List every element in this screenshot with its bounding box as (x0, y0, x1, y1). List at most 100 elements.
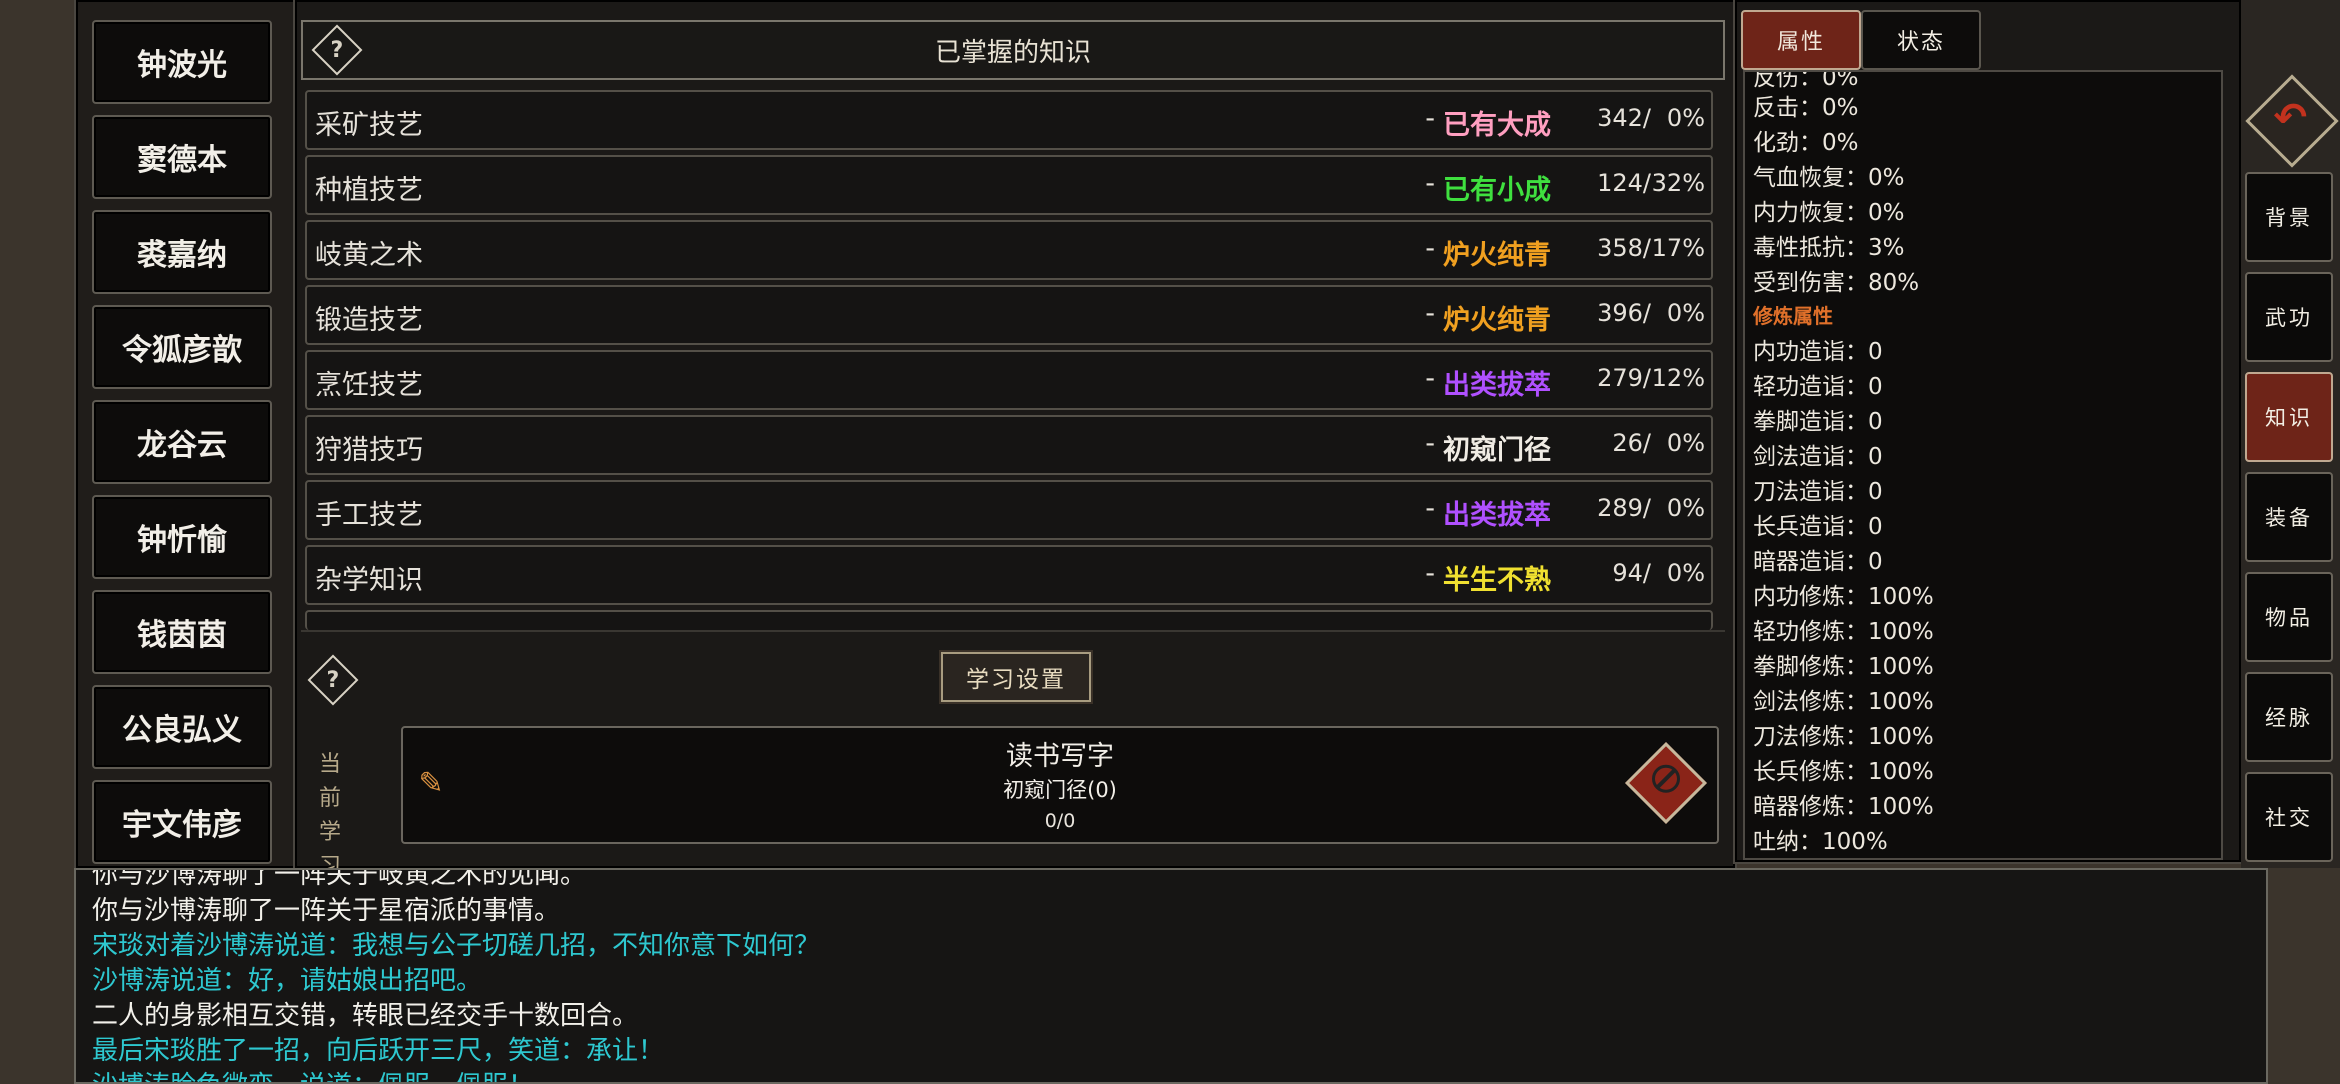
tab-status[interactable]: 状态 (1861, 10, 1981, 70)
nav-item-items[interactable]: 物品 (2245, 572, 2333, 662)
knowledge-dash: - (1425, 558, 1435, 589)
attribute-line: 轻功造诣：0 (1753, 374, 1883, 400)
knowledge-dash: - (1425, 103, 1435, 134)
knowledge-points: 289/ (1597, 494, 1651, 522)
knowledge-title: 已掌握的知识 (934, 37, 1091, 68)
knowledge-row[interactable]: 手工技艺 - 出类拔萃 289/ 0% (305, 480, 1713, 540)
knowledge-points: 279/ (1597, 364, 1651, 392)
attribute-section-title: 修炼属性 (1753, 304, 1833, 328)
knowledge-row[interactable]: 种植技艺 - 已有小成 124/ 32% (305, 155, 1713, 215)
knowledge-level: 炉火纯青 (1443, 240, 1551, 271)
knowledge-name: 手工技艺 (315, 500, 423, 531)
attribute-list[interactable]: 反伤：0% 反击：0% 化劲：0% 气血恢复：0% 内力恢复：0% 毒性抵抗：3… (1743, 70, 2223, 860)
attribute-line: 吐纳：100% (1753, 829, 1888, 855)
nav-item-equipment[interactable]: 装备 (2245, 472, 2333, 562)
knowledge-points: 124/ (1597, 169, 1651, 197)
log-line: 最后宋琰胜了一招，向后跃开三尺，笑道：承让！ (92, 1036, 665, 1066)
knowledge-percent: 0% (1666, 559, 1705, 587)
side-nav: ↶ 背景 武功 知识 装备 物品 经脉 社交 (2241, 0, 2340, 868)
log-line: 沙博涛脸色微变，说道：佩服，佩服！ (92, 1065, 534, 1082)
knowledge-name: 种植技艺 (315, 175, 423, 206)
character-list: 钟波光 窦德本 裘嘉纳 令狐彦歆 龙谷云 钟忻愉 钱茵茵 公良弘义 宇文伟彦 (74, 0, 297, 870)
knowledge-name: 锻造技艺 (315, 305, 423, 336)
knowledge-dash: - (1425, 298, 1435, 329)
knowledge-level: 半生不熟 (1443, 565, 1551, 596)
attribute-line: 剑法造诣：0 (1753, 444, 1883, 470)
attribute-line: 长兵造诣：0 (1753, 514, 1883, 540)
knowledge-name: 采矿技艺 (315, 110, 423, 141)
attribute-line: 暗器修炼：100% (1753, 794, 1934, 820)
knowledge-percent: 17% (1651, 234, 1705, 262)
knowledge-level: 已有小成 (1443, 175, 1551, 206)
nav-item-social[interactable]: 社交 (2245, 772, 2333, 862)
attribute-panel: 属性 状态 反伤：0% 反击：0% 化劲：0% 气血恢复：0% 内力恢复：0% … (1733, 0, 2243, 864)
attribute-line: 受到伤害：80% (1753, 270, 1920, 296)
knowledge-level: 出类拔萃 (1443, 500, 1551, 531)
knowledge-percent: 0% (1666, 104, 1705, 132)
attribute-line: 内力恢复：0% (1753, 200, 1905, 226)
log-line: 沙博涛说道：好，请姑娘出招吧。 (92, 966, 483, 996)
nav-item-meridians[interactable]: 经脉 (2245, 672, 2333, 762)
knowledge-header: ? 已掌握的知识 (301, 20, 1725, 80)
knowledge-row[interactable]: 锻造技艺 - 炉火纯青 396/ 0% (305, 285, 1713, 345)
knowledge-name: 杂学知识 (315, 565, 423, 596)
knowledge-panel: ? 已掌握的知识 采矿技艺 - 已有大成 342/ 0% 种植技艺 - 已有小成… (293, 0, 1737, 879)
log-line: 宋琰对着沙博涛说道：我想与公子切磋几招，不知你意下如何？ (92, 931, 821, 961)
knowledge-row[interactable]: 岐黄之术 - 炉火纯青 358/ 17% (305, 220, 1713, 280)
help-icon[interactable]: ? (307, 654, 359, 706)
knowledge-name: 狩猎技巧 (315, 435, 423, 466)
undo-arrow-icon[interactable]: ↶ (2245, 74, 2339, 168)
learning-settings-button[interactable]: 学习设置 (939, 650, 1093, 704)
character-button[interactable]: 钟波光 (92, 20, 272, 104)
knowledge-percent: 12% (1651, 364, 1705, 392)
attribute-line: 拳脚修炼：100% (1753, 654, 1934, 680)
message-log[interactable]: 你与沙博涛聊了一阵关于岐黄之术的见闻。 你与沙博涛聊了一阵关于星宿派的事情。 宋… (74, 868, 2268, 1084)
character-button[interactable]: 钱茵茵 (92, 590, 272, 674)
tab-attributes[interactable]: 属性 (1741, 10, 1861, 70)
knowledge-percent: 32% (1651, 169, 1705, 197)
nav-item-knowledge[interactable]: 知识 (2245, 372, 2333, 462)
knowledge-level: 出类拔萃 (1443, 370, 1551, 401)
current-learning-title: 读书写字 (1006, 741, 1114, 772)
attribute-line: 拳脚造诣：0 (1753, 409, 1883, 435)
knowledge-row-clipped (305, 610, 1713, 630)
knowledge-points: 94/ (1612, 559, 1651, 587)
knowledge-percent: 0% (1666, 429, 1705, 457)
character-button[interactable]: 令狐彦歆 (92, 305, 272, 389)
character-button[interactable]: 龙谷云 (92, 400, 272, 484)
attribute-line: 化劲：0% (1753, 130, 1859, 156)
character-button[interactable]: 裘嘉纳 (92, 210, 272, 294)
character-button[interactable]: 宇文伟彦 (92, 780, 272, 864)
log-line: 二人的身影相互交错，转眼已经交手十数回合。 (92, 1001, 639, 1031)
nav-item-martial-arts[interactable]: 武功 (2245, 272, 2333, 362)
knowledge-row[interactable]: 杂学知识 - 半生不熟 94/ 0% (305, 545, 1713, 605)
knowledge-points: 358/ (1597, 234, 1651, 262)
attribute-line: 毒性抵抗：3% (1753, 235, 1905, 261)
character-button[interactable]: 窦德本 (92, 115, 272, 199)
knowledge-dash: - (1425, 233, 1435, 264)
knowledge-points: 26/ (1612, 429, 1651, 457)
help-icon[interactable]: ? (311, 24, 363, 76)
character-button[interactable]: 钟忻愉 (92, 495, 272, 579)
knowledge-row[interactable]: 狩猎技巧 - 初窥门径 26/ 0% (305, 415, 1713, 475)
knowledge-level: 炉火纯青 (1443, 305, 1551, 336)
knowledge-row[interactable]: 烹饪技艺 - 出类拔萃 279/ 12% (305, 350, 1713, 410)
knowledge-name: 岐黄之术 (315, 240, 423, 271)
knowledge-row[interactable]: 采矿技艺 - 已有大成 342/ 0% (305, 90, 1713, 150)
learning-area: ? 学习设置 当前学习 ✎ 读书写字 初窥门径(0) 0/0 (301, 630, 1725, 879)
knowledge-dash: - (1425, 428, 1435, 459)
attribute-line: 剑法修炼：100% (1753, 689, 1934, 715)
current-learning-level: 初窥门径(0) (1003, 778, 1117, 802)
character-button[interactable]: 公良弘义 (92, 685, 272, 769)
knowledge-level: 初窥门径 (1443, 435, 1551, 466)
current-learning-box[interactable]: ✎ 读书写字 初窥门径(0) 0/0 (401, 726, 1719, 844)
log-line: 你与沙博涛聊了一阵关于星宿派的事情。 (92, 896, 561, 926)
current-learning-progress: 0/0 (1044, 810, 1076, 832)
attribute-line: 轻功修炼：100% (1753, 619, 1934, 645)
knowledge-points: 396/ (1597, 299, 1651, 327)
knowledge-points: 342/ (1597, 104, 1651, 132)
nav-item-background[interactable]: 背景 (2245, 172, 2333, 262)
knowledge-dash: - (1425, 493, 1435, 524)
knowledge-dash: - (1425, 168, 1435, 199)
log-line: 你与沙博涛聊了一阵关于岐黄之术的见闻。 (92, 868, 587, 890)
